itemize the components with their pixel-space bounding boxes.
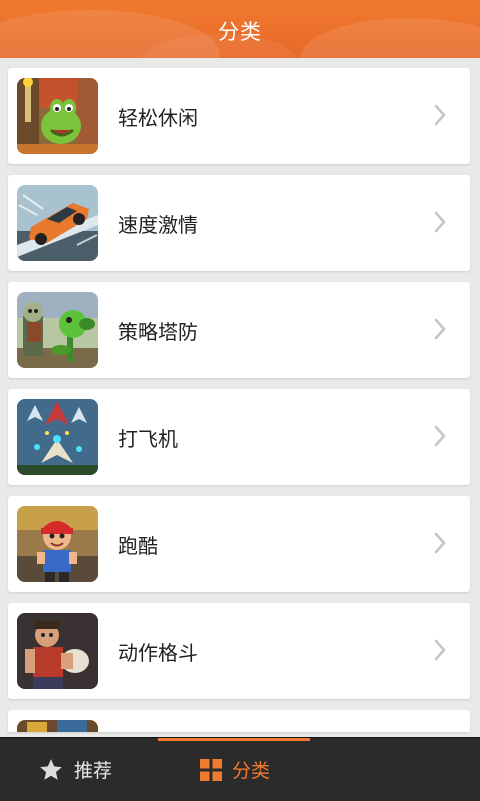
fighter-game-icon	[17, 613, 98, 689]
category-label: 动作格斗	[118, 641, 198, 665]
category-label: 轻松休闲	[118, 106, 198, 130]
tab-category[interactable]: 分类	[200, 738, 270, 801]
bottom-navigation-bar: 推荐 分类	[0, 737, 480, 801]
category-label: 打飞机	[118, 427, 178, 451]
category-item-parkour[interactable]: 跑酷	[8, 496, 470, 592]
category-item-shooter[interactable]: 打飞机	[8, 389, 470, 485]
cut-the-rope-game-icon	[17, 78, 98, 154]
tab-category-label: 分类	[232, 760, 271, 782]
tab-recommend-label: 推荐	[74, 760, 113, 782]
chevron-right-icon	[434, 639, 446, 661]
category-item-fighting[interactable]: 动作格斗	[8, 603, 470, 699]
category-label: 策略塔防	[118, 320, 198, 344]
plants-vs-zombies-game-icon	[17, 292, 98, 368]
chevron-right-icon	[434, 425, 446, 447]
page-title: 分类	[218, 20, 262, 44]
chevron-right-icon	[434, 532, 446, 554]
shooter-planes-game-icon	[17, 399, 98, 475]
grid-icon	[200, 758, 222, 781]
category-list: 轻松休闲 速度激情 策略塔防 打飞机 跑酷 动作格斗	[8, 68, 470, 743]
game-thumbnail	[17, 720, 98, 732]
top-header: 分类	[0, 0, 480, 58]
chevron-right-icon	[434, 104, 446, 126]
racing-car-game-icon	[17, 185, 98, 261]
tab-recommend[interactable]: 推荐	[38, 738, 112, 801]
subway-runner-game-icon	[17, 506, 98, 582]
star-icon	[40, 758, 62, 780]
category-item-casual[interactable]: 轻松休闲	[8, 68, 470, 164]
category-item-partial[interactable]	[8, 710, 470, 732]
category-item-racing[interactable]: 速度激情	[8, 175, 470, 271]
category-label: 速度激情	[118, 213, 198, 237]
chevron-right-icon	[434, 211, 446, 233]
category-item-strategy[interactable]: 策略塔防	[8, 282, 470, 378]
chevron-right-icon	[434, 318, 446, 340]
category-label: 跑酷	[118, 534, 158, 558]
